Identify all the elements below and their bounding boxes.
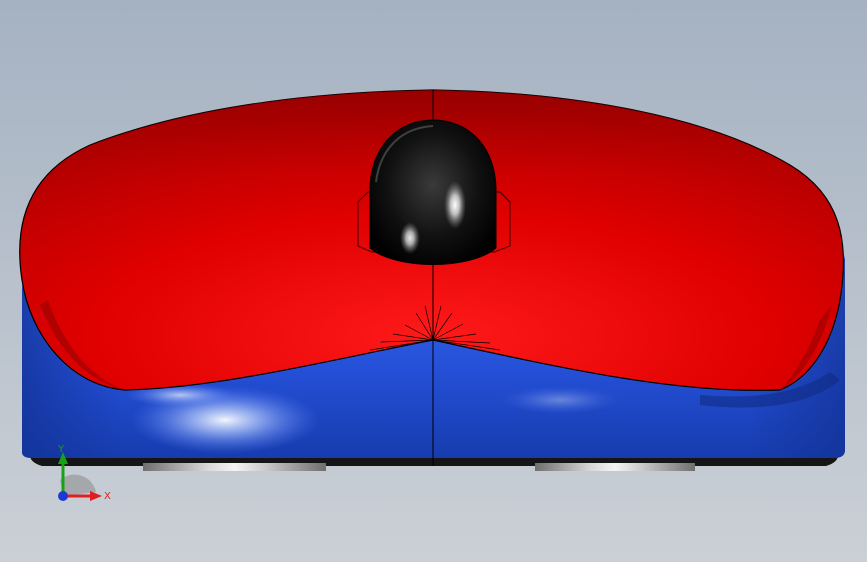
triad-y-label: Y [57, 444, 65, 455]
base-highlight-right [500, 386, 620, 414]
foot-pad-right [535, 463, 695, 471]
scroll-wheel-highlight-lower [400, 222, 420, 254]
foot-pad-left [143, 463, 326, 471]
triad-z-axis [58, 491, 68, 501]
scroll-wheel[interactable] [369, 119, 497, 265]
scroll-wheel-highlight [444, 181, 466, 229]
model-canvas[interactable]: Y X [0, 0, 867, 562]
cad-viewport[interactable]: Y X [0, 0, 867, 562]
triad-x-label: X [104, 491, 111, 502]
